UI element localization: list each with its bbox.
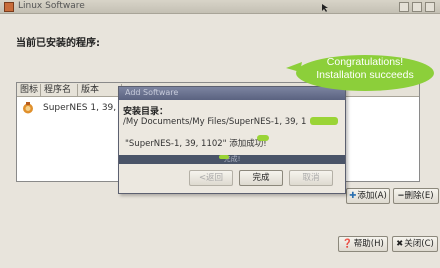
highlight-mark [257, 135, 269, 141]
window-title: Linux Software [18, 1, 85, 11]
window-titlebar[interactable]: Linux Software [0, 0, 440, 14]
help-button[interactable]: ❓帮助(H) [338, 236, 388, 252]
add-button-label: 添加(A) [357, 191, 387, 201]
close-icon: ✖ [396, 239, 404, 249]
cancel-button[interactable]: 取消 [289, 170, 333, 186]
minus-icon: ━ [398, 191, 404, 201]
progress-bar: 完成! [119, 155, 345, 164]
remove-button-label: 删除(E) [404, 191, 434, 201]
progress-text: 完成! [223, 155, 241, 163]
help-button-label: 帮助(H) [353, 239, 384, 249]
window-close-button[interactable] [425, 2, 435, 12]
dialog-title: Add Software [125, 88, 179, 97]
highlight-mark [219, 155, 229, 159]
installed-programs-heading: 当前已安装的程序: [16, 38, 100, 49]
maximize-button[interactable] [412, 2, 422, 12]
close-button-label: 关闭(C) [404, 239, 434, 249]
remove-button[interactable]: ━删除(E) [393, 188, 439, 204]
close-button[interactable]: ✖关闭(C) [392, 236, 438, 252]
column-header-name[interactable]: 程序名 [41, 84, 78, 96]
column-header-version[interactable]: 版本 [78, 84, 122, 96]
program-name: SuperNES [43, 103, 88, 113]
callout-line-2: Installation succeeds [316, 69, 414, 81]
callout-line-1: Congratulations! [326, 56, 404, 68]
install-success-message: "SuperNES-1, 39, 1102" 添加成功! [125, 139, 267, 149]
install-path: /My Documents/My Files/SuperNES-1, 39, 1 [123, 117, 307, 127]
mouse-cursor-icon [322, 4, 328, 12]
back-button[interactable]: <返回 [189, 170, 233, 186]
help-icon: ❓ [342, 239, 353, 249]
highlight-mark [310, 117, 338, 125]
app-window-icon [4, 2, 14, 12]
finish-button[interactable]: 完成 [239, 170, 283, 186]
install-directory-label: 安装目录： [123, 107, 169, 117]
callout-text: Congratulations! Installation succeeds [296, 56, 434, 82]
dialog-titlebar[interactable]: Add Software [119, 87, 345, 100]
add-button[interactable]: ✚添加(A) [346, 188, 390, 204]
supernes-app-icon [22, 102, 34, 114]
plus-icon: ✚ [349, 191, 357, 201]
column-header-icon[interactable]: 图标 [17, 84, 41, 96]
add-software-dialog[interactable]: Add Software 安装目录： /My Documents/My File… [118, 86, 346, 194]
minimize-button[interactable] [399, 2, 409, 12]
